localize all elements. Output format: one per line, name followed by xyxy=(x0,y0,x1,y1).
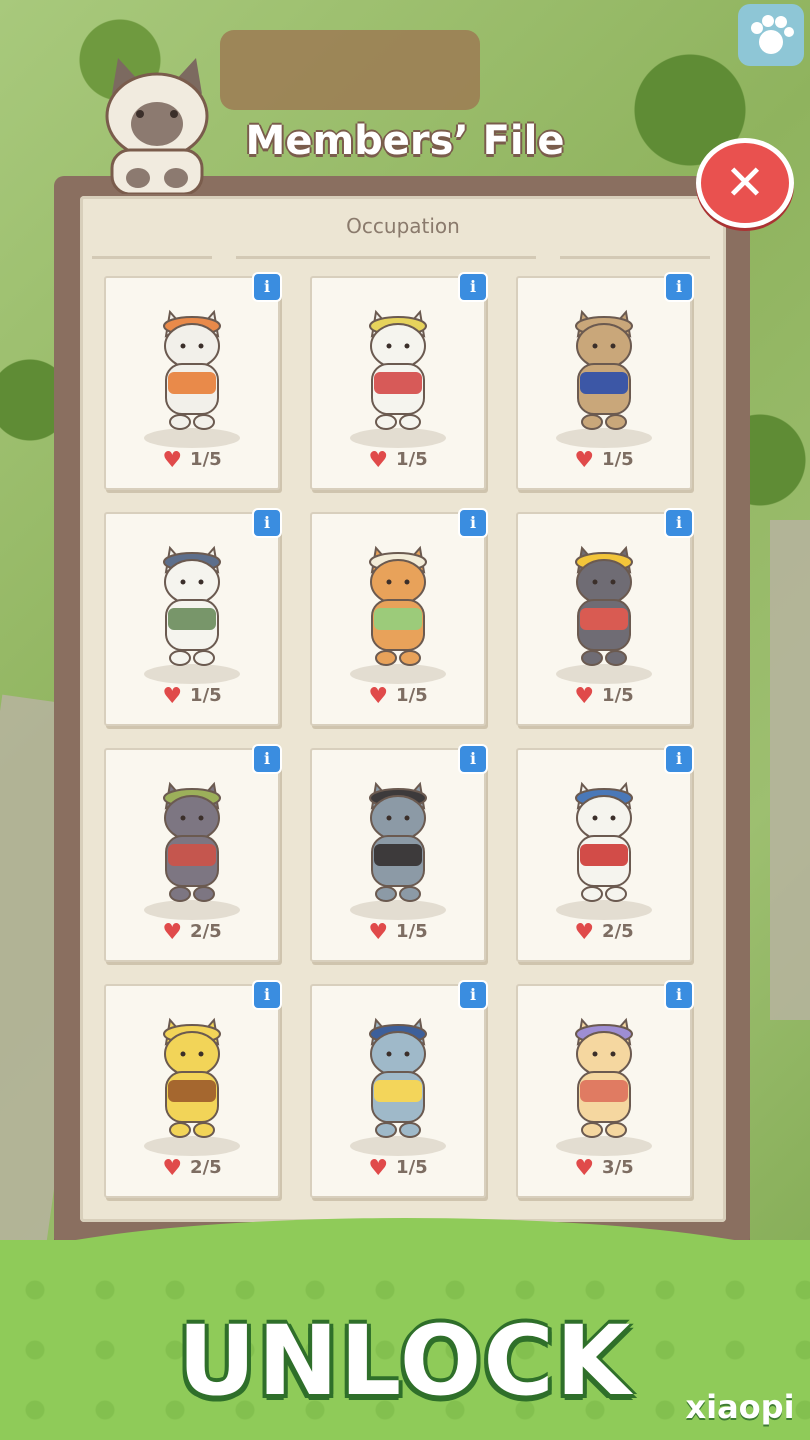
affection-count-value: 2/5 xyxy=(602,921,634,942)
affection-count: ♥ 1/5 xyxy=(106,684,278,709)
affection-count-value: 1/5 xyxy=(190,449,222,470)
cat-gardener-watering-can xyxy=(369,309,427,430)
occupation-card[interactable]: i ♥ 2/5 xyxy=(516,744,694,962)
heart-icon: ♥ xyxy=(162,448,183,473)
occupation-card[interactable]: i ♥ 1/5 xyxy=(310,508,488,726)
affection-count: ♥ 1/5 xyxy=(312,448,484,473)
heart-icon: ♥ xyxy=(162,1156,183,1181)
tab-underline-right xyxy=(560,256,710,259)
heart-icon: ♥ xyxy=(162,920,183,945)
affection-count: ♥ 2/5 xyxy=(106,920,278,945)
affection-count: ♥ 1/5 xyxy=(312,684,484,709)
background-path-right xyxy=(770,520,810,1020)
heart-icon: ♥ xyxy=(368,684,389,709)
heart-icon: ♥ xyxy=(368,920,389,945)
background-log-bench xyxy=(220,30,480,110)
paw-menu-button[interactable] xyxy=(738,4,804,66)
affection-count: ♥ 1/5 xyxy=(518,448,690,473)
affection-count-value: 1/5 xyxy=(396,685,428,706)
heart-icon: ♥ xyxy=(368,448,389,473)
heart-icon: ♥ xyxy=(368,1156,389,1181)
cat-basketball-player xyxy=(575,309,633,430)
occupation-card[interactable]: i ♥ 2/5 xyxy=(104,980,282,1198)
occupation-card[interactable]: i ♥ 2/5 xyxy=(104,744,282,962)
affection-count: ♥ 2/5 xyxy=(518,920,690,945)
heart-icon: ♥ xyxy=(574,684,595,709)
affection-count-value: 1/5 xyxy=(396,921,428,942)
heart-icon: ♥ xyxy=(574,1156,595,1181)
heart-icon: ♥ xyxy=(162,684,183,709)
affection-count-value: 1/5 xyxy=(190,685,222,706)
affection-count: ♥ 1/5 xyxy=(312,1156,484,1181)
close-icon: ✕ xyxy=(724,155,766,211)
cat-swimmer-duck-ring xyxy=(369,1017,427,1138)
affection-count: ♥ 1/5 xyxy=(106,448,278,473)
occupation-card[interactable]: i ♥ 1/5 xyxy=(104,508,282,726)
affection-count: ♥ 3/5 xyxy=(518,1156,690,1181)
paw-icon xyxy=(751,15,794,54)
info-icon[interactable]: i xyxy=(664,272,694,302)
affection-count: ♥ 1/5 xyxy=(312,920,484,945)
section-tab-occupation[interactable]: Occupation xyxy=(80,214,726,238)
occupation-card[interactable]: i ♥ 1/5 xyxy=(104,272,282,490)
occupation-card[interactable]: i ♥ 1/5 xyxy=(310,744,488,962)
info-icon[interactable]: i xyxy=(458,272,488,302)
cat-construction-worker xyxy=(575,545,633,666)
info-icon[interactable]: i xyxy=(252,272,282,302)
cat-painter-palette xyxy=(163,545,221,666)
watermark-logo: xiaopi xyxy=(685,1388,795,1426)
heart-icon: ♥ xyxy=(574,448,595,473)
affection-count-value: 2/5 xyxy=(190,921,222,942)
occupation-card[interactable]: i ♥ 1/5 xyxy=(516,508,694,726)
heart-icon: ♥ xyxy=(574,920,595,945)
affection-count-value: 1/5 xyxy=(602,685,634,706)
cat-rapper-striped-shirt xyxy=(575,781,633,902)
info-icon[interactable]: i xyxy=(458,508,488,538)
tab-underline-center xyxy=(236,256,536,259)
affection-count-value: 1/5 xyxy=(602,449,634,470)
cat-fisher-with-bucket xyxy=(369,545,427,666)
info-icon[interactable]: i xyxy=(252,980,282,1010)
page-title: Members’ File xyxy=(245,118,565,164)
info-icon[interactable]: i xyxy=(458,980,488,1010)
cat-bee-costume-honey xyxy=(163,1017,221,1138)
tab-underline-left xyxy=(92,256,212,259)
occupation-card[interactable]: i ♥ 1/5 xyxy=(310,980,488,1198)
affection-count: ♥ 2/5 xyxy=(106,1156,278,1181)
affection-count-value: 1/5 xyxy=(396,449,428,470)
cat-carrying-towels xyxy=(163,309,221,430)
occupation-card[interactable]: i ♥ 3/5 xyxy=(516,980,694,1198)
affection-count: ♥ 1/5 xyxy=(518,684,690,709)
cat-gentleman-suit xyxy=(369,781,427,902)
cat-bucket-hat-watermelon xyxy=(575,1017,633,1138)
affection-count-value: 2/5 xyxy=(190,1157,222,1178)
info-icon[interactable]: i xyxy=(664,508,694,538)
occupation-card[interactable]: i ♥ 1/5 xyxy=(310,272,488,490)
info-icon[interactable]: i xyxy=(458,744,488,774)
cat-roman-orator xyxy=(163,781,221,902)
affection-count-value: 1/5 xyxy=(396,1157,428,1178)
info-icon[interactable]: i xyxy=(664,744,694,774)
occupation-card[interactable]: i ♥ 1/5 xyxy=(516,272,694,490)
info-icon[interactable]: i xyxy=(664,980,694,1010)
info-icon[interactable]: i xyxy=(252,508,282,538)
affection-count-value: 3/5 xyxy=(602,1157,634,1178)
info-icon[interactable]: i xyxy=(252,744,282,774)
